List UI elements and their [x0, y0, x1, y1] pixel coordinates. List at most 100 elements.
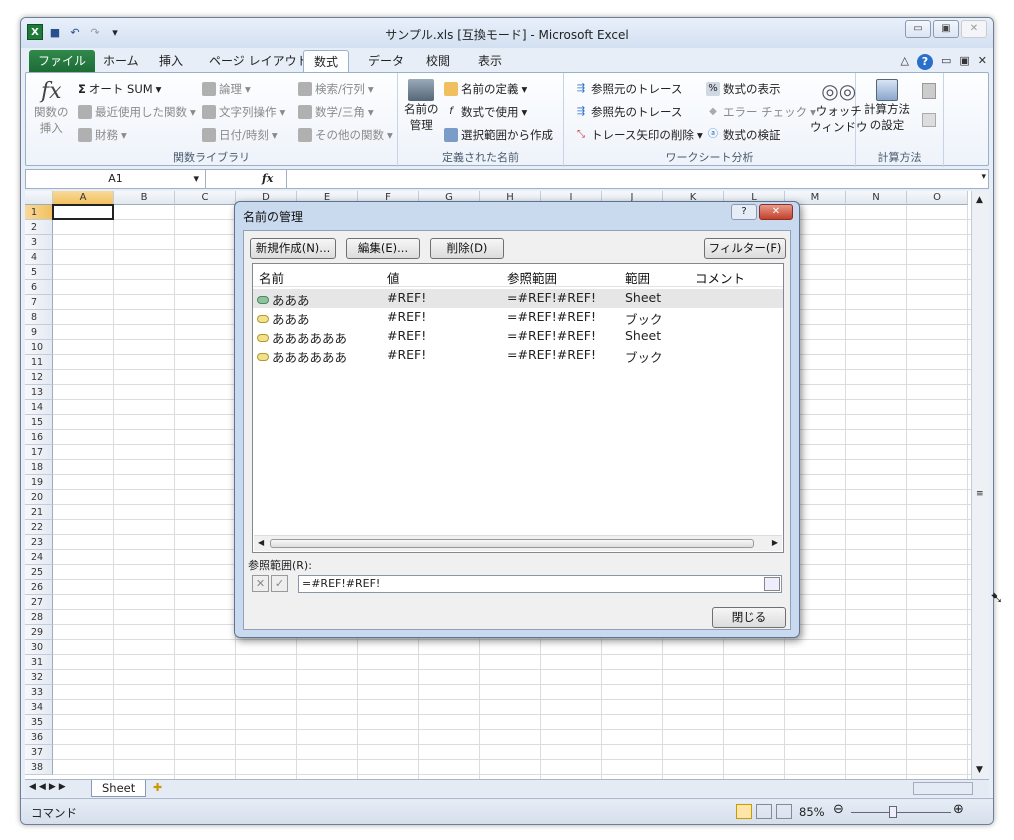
name-manager-button[interactable]: 名前の 管理 — [404, 79, 439, 133]
confirm-edit-icon[interactable]: ✓ — [271, 575, 288, 592]
page-break-view-icon[interactable] — [776, 804, 792, 819]
row-header[interactable]: 19 — [25, 475, 53, 490]
list-item[interactable]: あああ #REF! =#REF!#REF! Sheet — [253, 289, 783, 308]
normal-view-icon[interactable] — [736, 804, 752, 819]
row-header[interactable]: 30 — [25, 640, 53, 655]
scroll-down-icon[interactable]: ▼ — [976, 765, 983, 775]
sheet-nav-icon[interactable]: ◀◀▶▶ — [29, 782, 69, 792]
row-header[interactable]: 2 — [25, 220, 53, 235]
more-functions-button[interactable]: その他の関数 ▾ — [298, 127, 393, 143]
row-header[interactable]: 4 — [25, 250, 53, 265]
insert-function-button[interactable]: fx 関数の 挿入 — [34, 79, 69, 136]
list-horizontal-scrollbar[interactable]: ◀ ▶ — [254, 535, 782, 551]
doc-restore-icon[interactable]: ▣ — [959, 54, 969, 70]
delete-name-button[interactable]: 削除(D) — [430, 238, 504, 259]
scroll-up-icon[interactable]: ▲ — [976, 195, 983, 205]
row-header[interactable]: 35 — [25, 715, 53, 730]
logical-button[interactable]: 論理 ▾ — [202, 81, 251, 97]
refers-to-input[interactable]: =#REF!#REF! — [298, 575, 782, 593]
row-header[interactable]: 13 — [25, 385, 53, 400]
row-header[interactable]: 6 — [25, 280, 53, 295]
zoom-out-icon[interactable]: ⊖ — [833, 802, 844, 817]
minimize-ribbon-icon[interactable]: △ — [901, 54, 909, 70]
dialog-close-icon[interactable]: ✕ — [759, 204, 793, 220]
math-button[interactable]: 数学/三角 ▾ — [298, 104, 374, 120]
list-item[interactable]: ああああああ #REF! =#REF!#REF! ブック — [253, 346, 783, 365]
names-list[interactable]: 名前 値 参照範囲 範囲 コメント あああ #REF! =#REF!#REF! … — [252, 263, 784, 553]
row-header[interactable]: 10 — [25, 340, 53, 355]
row-header[interactable]: 17 — [25, 445, 53, 460]
tab-page-layout[interactable]: ページ レイアウト — [199, 50, 319, 72]
header-scope[interactable]: 範囲 — [625, 268, 650, 287]
define-name-button[interactable]: 名前の定義 ▾ — [444, 81, 527, 97]
row-header[interactable]: 25 — [25, 565, 53, 580]
show-formulas-button[interactable]: % 数式の表示 — [706, 81, 781, 97]
header-refers-to[interactable]: 参照範囲 — [507, 268, 557, 287]
column-header[interactable]: A — [53, 191, 114, 205]
tab-view[interactable]: 表示 — [468, 50, 512, 72]
column-header[interactable]: N — [846, 191, 907, 205]
row-header[interactable]: 27 — [25, 595, 53, 610]
datetime-button[interactable]: 日付/時刻 ▾ — [202, 127, 278, 143]
tab-data[interactable]: データ — [358, 50, 414, 72]
row-header[interactable]: 23 — [25, 535, 53, 550]
row-header[interactable]: 7 — [25, 295, 53, 310]
trace-precedents-button[interactable]: ⇶ 参照元のトレース — [574, 81, 683, 97]
cancel-edit-icon[interactable]: ✕ — [252, 575, 269, 592]
help-icon[interactable]: ? — [916, 54, 933, 70]
scroll-left-icon[interactable]: ◀ — [258, 538, 264, 547]
row-header[interactable]: 8 — [25, 310, 53, 325]
dialog-help-button[interactable]: ? — [731, 204, 757, 220]
row-header[interactable]: 9 — [25, 325, 53, 340]
column-header[interactable]: O — [907, 191, 968, 205]
column-header[interactable]: B — [114, 191, 175, 205]
row-header[interactable]: 38 — [25, 760, 53, 775]
row-header[interactable]: 33 — [25, 685, 53, 700]
row-header[interactable]: 24 — [25, 550, 53, 565]
calc-options-button[interactable]: 計算方法 の設定 — [864, 79, 910, 133]
evaluate-formula-button[interactable]: ⓐ 数式の検証 — [706, 127, 781, 143]
row-header[interactable]: 37 — [25, 745, 53, 760]
autosum-button[interactable]: Σ オート SUM ▾ — [78, 81, 161, 97]
row-header[interactable]: 22 — [25, 520, 53, 535]
row-header[interactable]: 21 — [25, 505, 53, 520]
new-sheet-icon[interactable]: ✚ — [153, 781, 162, 794]
tab-insert[interactable]: 挿入 — [149, 50, 193, 72]
financial-button[interactable]: 財務 ▾ — [78, 127, 127, 143]
close-button[interactable]: ✕ — [961, 20, 987, 38]
row-header[interactable]: 29 — [25, 625, 53, 640]
expand-formula-icon[interactable]: ▾ — [981, 172, 986, 182]
zoom-level[interactable]: 85% — [799, 805, 825, 819]
row-header[interactable]: 12 — [25, 370, 53, 385]
row-header[interactable]: 16 — [25, 430, 53, 445]
tab-review[interactable]: 校閲 — [416, 50, 460, 72]
scroll-right-icon[interactable]: ▶ — [772, 538, 778, 547]
trace-dependents-button[interactable]: ⇶ 参照先のトレース — [574, 104, 683, 120]
header-comment[interactable]: コメント — [695, 268, 745, 287]
calc-sheet-icon[interactable] — [922, 113, 936, 127]
new-name-button[interactable]: 新規作成(N)... — [250, 238, 336, 259]
close-dialog-button[interactable]: 閉じる — [712, 607, 786, 628]
use-in-formula-button[interactable]: f 数式で使用 ▾ — [444, 104, 527, 120]
row-header[interactable]: 15 — [25, 415, 53, 430]
fx-icon[interactable]: fx — [262, 172, 273, 185]
formula-input[interactable] — [286, 170, 974, 188]
row-header[interactable]: 32 — [25, 670, 53, 685]
horizontal-scrollbar[interactable] — [913, 782, 973, 795]
vertical-scrollbar[interactable]: ▲ ≡ ▼ — [971, 191, 989, 779]
row-header[interactable]: 1 — [25, 205, 53, 220]
calc-now-icon[interactable] — [922, 83, 936, 99]
row-header[interactable]: 26 — [25, 580, 53, 595]
row-header[interactable]: 14 — [25, 400, 53, 415]
error-checking-button[interactable]: ◆ エラー チェック ▾ — [706, 104, 816, 120]
text-functions-button[interactable]: 文字列操作 ▾ — [202, 104, 285, 120]
row-header[interactable]: 36 — [25, 730, 53, 745]
zoom-slider[interactable] — [851, 812, 951, 813]
row-header[interactable]: 28 — [25, 610, 53, 625]
remove-arrows-button[interactable]: ⤡ トレース矢印の削除 ▾ — [574, 127, 703, 143]
doc-close-icon[interactable]: ✕ — [978, 54, 987, 70]
edit-name-button[interactable]: 編集(E)... — [346, 238, 420, 259]
header-value[interactable]: 値 — [387, 268, 400, 287]
select-all-corner[interactable] — [25, 191, 53, 205]
filter-button[interactable]: フィルター(F) ▾ — [704, 238, 786, 274]
